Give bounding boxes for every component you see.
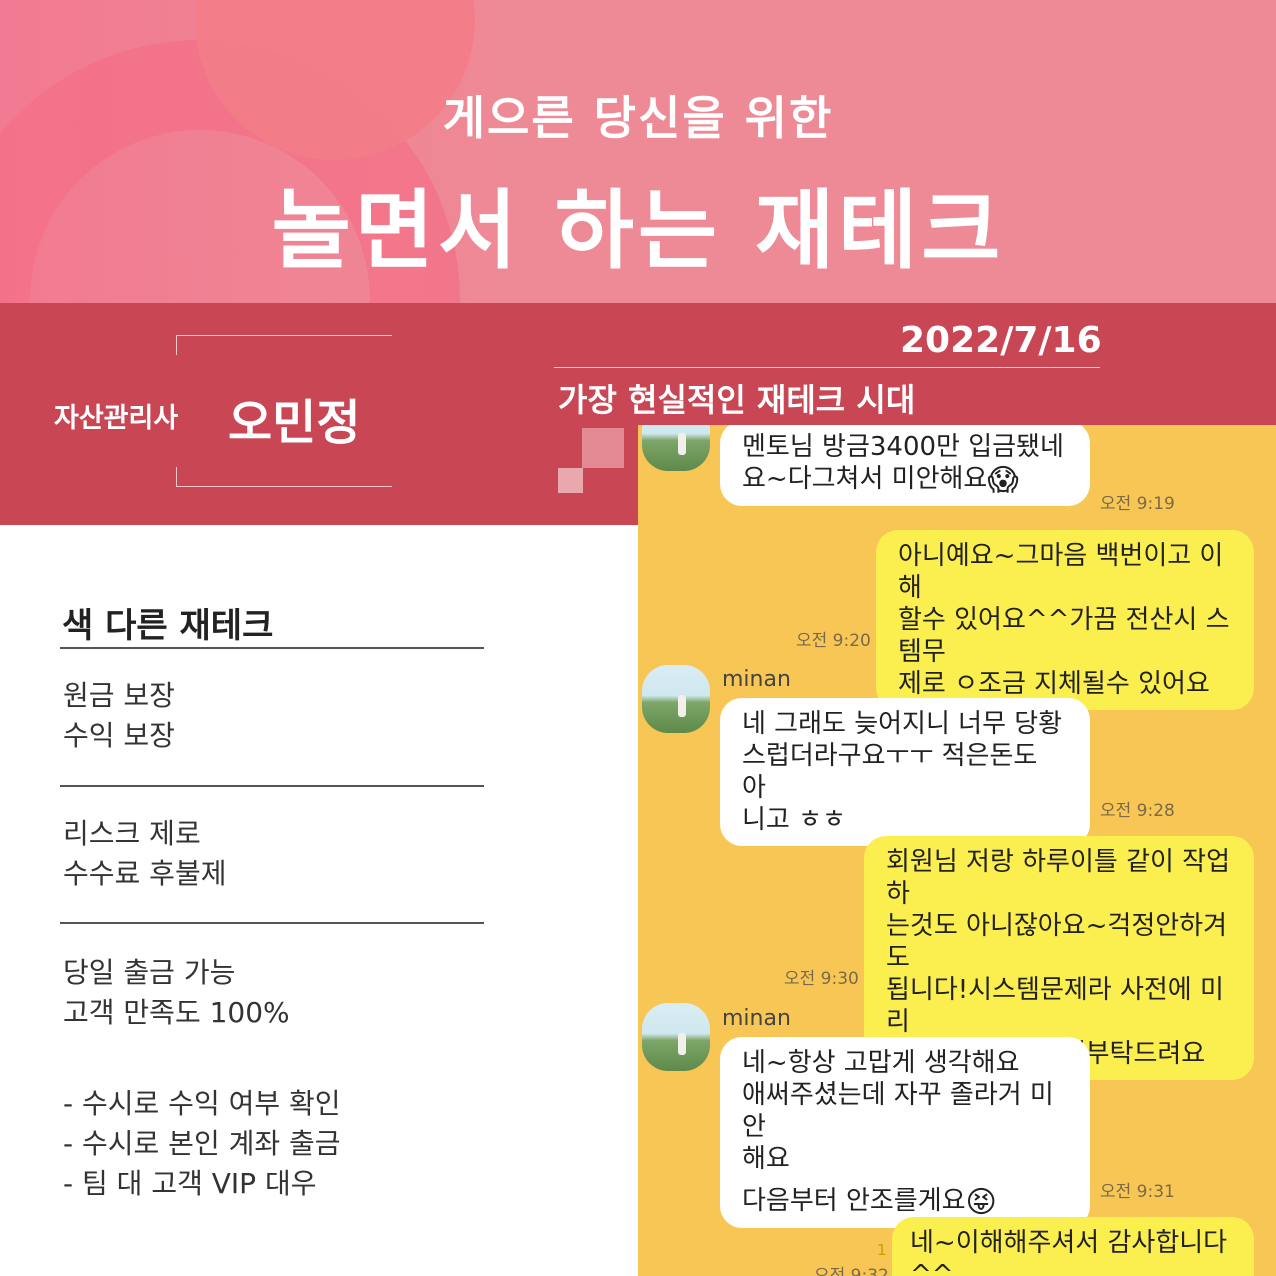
chat-panel: 멘토님 방금3400만 입금됐네 요~다그쳐서 미안해요😱 오전 9:19 아니…	[638, 425, 1276, 1276]
sender-name: minan	[722, 1006, 791, 1031]
decorative-square	[582, 428, 624, 468]
message-line: 다음부터 안조를게요	[742, 1186, 966, 1216]
message-line: 네~이해해주셔서 감사합니다^^	[910, 1228, 1228, 1276]
chat-message-outgoing: 아니예요~그마음 백번이고 이해 할수 있어요^^가끔 전산시 스템무 제로 ㅇ…	[876, 530, 1254, 710]
role-label: 자산관리사	[54, 403, 179, 434]
advisor-name: 오민정	[228, 395, 361, 451]
feature-item: 원금 보장	[63, 679, 175, 712]
feature-group-3: 당일 출금 가능 고객 만족도 100%	[63, 953, 290, 1033]
feature-group-2: 리스크 제로 수수료 후불제	[63, 814, 226, 894]
message-line: 됩니다!시스템문제라 사전에 미리	[886, 975, 1224, 1037]
message-line: 아니예요~그마음 백번이고 이해	[898, 541, 1224, 603]
message-time: 오전 9:28	[1100, 801, 1175, 821]
avatar	[642, 1003, 710, 1071]
banner-title: 놀면서 하는 재테크	[271, 181, 1005, 281]
message-time: 오전 9:19	[1100, 494, 1175, 514]
header-banner: 게으른 당신을 위한 놀면서 하는 재테크	[0, 0, 1276, 303]
chat-message-incoming: 네~항상 고맙게 생각해요 애써주셨는데 자꾸 졸라거 미안 해요 다음부터 안…	[720, 1037, 1090, 1228]
unread-count: 1	[877, 1241, 887, 1259]
feature-item: 리스크 제로	[63, 817, 201, 850]
message-line: 회원님 저랑 하루이틀 같이 작업하	[886, 847, 1231, 909]
message-line: 는것도 아니잖아요~걱정안하겨도	[886, 911, 1228, 973]
divider	[60, 785, 484, 787]
message-line: 네~항상 고맙게 생각해요	[742, 1048, 1020, 1078]
feature-item: 수수료 후불제	[63, 857, 227, 890]
decorative-square-small	[558, 468, 583, 493]
benefit-list: - 수시로 수익 여부 확인 - 수시로 본인 계좌 출금 - 팀 대 고객 V…	[63, 1084, 341, 1204]
message-time: 오전 9:30	[784, 969, 859, 989]
divider	[60, 647, 484, 649]
feature-group-1: 원금 보장 수익 보장	[63, 676, 175, 756]
divider-line	[554, 367, 1100, 368]
name-frame-edge-top	[176, 335, 177, 355]
benefit-item: - 수시로 본인 계좌 출금	[63, 1127, 341, 1160]
chat-message-outgoing: 네~이해해주셔서 감사합니다^^	[892, 1217, 1254, 1276]
feature-item: 수익 보장	[63, 719, 175, 752]
message-line: 멘토님 방금3400만 입금됐네	[742, 432, 1064, 462]
name-frame-edge-bottom	[176, 467, 177, 487]
divider	[60, 922, 484, 924]
tagline: 가장 현실적인 재테크 시대	[558, 381, 916, 419]
chat-message-incoming: 네 그래도 늦어지니 너무 당황 스럽더라구요ㅜㅜ 적은돈도 아 니고 ㅎㅎ	[720, 698, 1090, 846]
message-line: 스럽더라구요ㅜㅜ 적은돈도 아	[742, 741, 1038, 803]
benefit-item: - 팀 대 고객 VIP 대우	[63, 1167, 317, 1200]
feature-item: 당일 출금 가능	[63, 956, 236, 989]
message-time: 오전 9:31	[1100, 1182, 1175, 1202]
message-line: 제로 ㅇ조금 지체될수 있어요	[898, 669, 1210, 699]
sender-name: minan	[722, 667, 791, 692]
features-title: 색 다른 재테크	[62, 606, 274, 646]
message-line: 네 그래도 늦어지니 너무 당황	[742, 709, 1063, 739]
feature-item: 고객 만족도 100%	[63, 996, 290, 1029]
avatar	[642, 425, 710, 471]
message-line: 니고 ㅎㅎ	[742, 805, 846, 835]
banner-subtitle: 게으른 당신을 위한	[442, 91, 834, 145]
benefit-item: - 수시로 수익 여부 확인	[63, 1087, 341, 1120]
chat-message-incoming: 멘토님 방금3400만 입금됐네 요~다그쳐서 미안해요😱	[720, 425, 1090, 506]
shocked-face-icon: 😱	[987, 463, 1019, 498]
tongue-wink-face-icon: 😝	[965, 1185, 997, 1220]
message-line: 해요	[742, 1144, 790, 1174]
date-label: 2022/7/16	[900, 320, 1102, 361]
message-time: 오전 9:32	[814, 1266, 889, 1276]
message-line: 애써주셨는데 자꾸 졸라거 미안	[742, 1080, 1054, 1142]
message-line: 할수 있어요^^가끔 전산시 스템무	[898, 605, 1230, 667]
avatar	[642, 665, 710, 733]
message-time: 오전 9:20	[796, 631, 871, 651]
message-line: 요~다그쳐서 미안해요	[742, 464, 988, 494]
